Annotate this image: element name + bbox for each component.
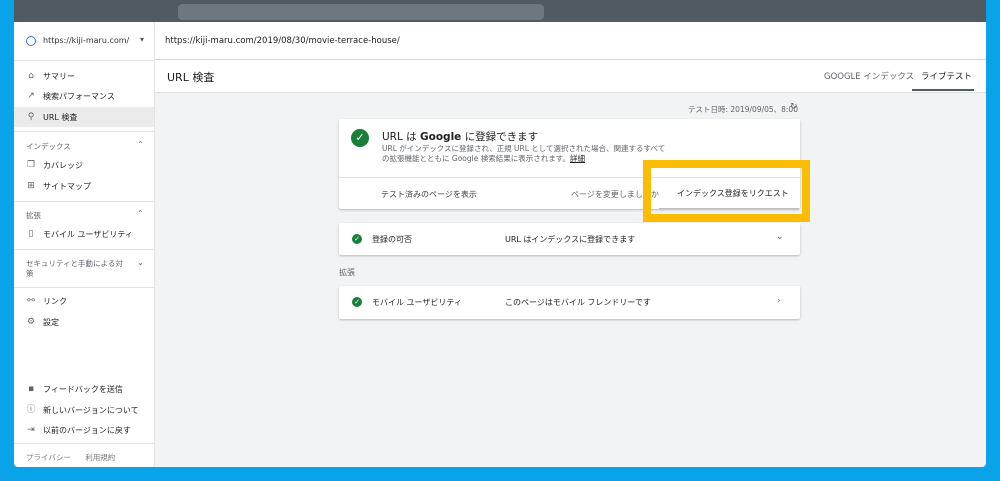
sidebar-item-label: カバレッジ: [43, 161, 83, 170]
section-title-index: インデックス: [26, 142, 71, 151]
top-bar: [14, 0, 986, 22]
test-date: テスト日時: 2019/09/05、8:00: [688, 105, 798, 114]
trending-up-icon: ↗: [27, 91, 35, 101]
sidebar-item-label: モバイル ユーザビリティ: [43, 230, 133, 239]
page-header: URL 検査 GOOGLE インデックス ライブテスト: [155, 60, 986, 93]
chevron-down-icon[interactable]: ⌄: [137, 258, 144, 267]
inspected-url-bar[interactable]: https://kiji-maru.com/2019/08/30/movie-t…: [155, 22, 986, 60]
divider: [14, 443, 154, 444]
terms-link[interactable]: 利用規約: [85, 453, 115, 462]
gear-icon: ⚙: [26, 317, 36, 327]
sidebar: https://kiji-maru.com/ ▾ ⌂ サマリー ↗ 検索パフォー…: [14, 22, 155, 467]
sidebar-item-label: サイトマップ: [43, 182, 91, 191]
search-icon: ⚲: [27, 112, 35, 122]
sitemap-icon: ⊞: [27, 181, 35, 191]
sidebar-item-label: 設定: [43, 318, 59, 327]
sidebar-item-label: フィードバックを送信: [43, 385, 123, 394]
main-content: URL 検査 GOOGLE インデックス ライブテスト テスト日時: 2019/…: [155, 60, 986, 467]
check-circle-icon: ✓: [352, 297, 362, 307]
highlight-box: [643, 160, 810, 222]
sidebar-item-label: 以前のバージョンに戻す: [43, 426, 131, 435]
inspected-url: https://kiji-maru.com/2019/08/30/movie-t…: [165, 36, 400, 46]
learn-more-link[interactable]: 詳細: [570, 154, 585, 163]
links-icon: ⚯: [27, 296, 35, 306]
mobile-usability-label: モバイル ユーザビリティ: [372, 298, 462, 307]
chevron-down-icon[interactable]: ⌄: [776, 232, 784, 242]
availability-row[interactable]: ✓ 登録の可否 URL はインデックスに登録できます ⌄: [339, 223, 800, 255]
sidebar-item-label: サマリー: [43, 72, 75, 81]
info-icon: ⓘ: [26, 405, 36, 415]
check-circle-icon: ✓: [351, 129, 369, 147]
mobile-usability-value: このページはモバイル フレンドリーです: [505, 298, 651, 307]
sidebar-item-summary[interactable]: ⌂ サマリー: [14, 66, 154, 86]
smartphone-icon: ▯: [28, 229, 34, 239]
mobile-usability-row[interactable]: ✓ モバイル ユーザビリティ このページはモバイル フレンドリーです ›: [339, 286, 800, 319]
chevron-up-icon[interactable]: ⌃: [137, 209, 144, 218]
document-icon: ❐: [26, 160, 36, 170]
tab-live-test[interactable]: ライブテスト: [921, 70, 972, 82]
feedback-icon: ▪: [27, 384, 35, 394]
view-tested-page-button[interactable]: テスト済みのページを表示: [381, 189, 477, 200]
section-title-security-line2: 策: [26, 269, 34, 278]
availability-label: 登録の可否: [372, 235, 412, 244]
tab-google-index[interactable]: GOOGLE インデックス: [824, 70, 914, 82]
sidebar-item-url-inspection[interactable]: ⚲ URL 検査: [14, 107, 154, 127]
refresh-icon[interactable]: ↻: [790, 102, 798, 112]
property-selector[interactable]: https://kiji-maru.com/ ▾: [14, 22, 154, 61]
tab-underline: [912, 89, 974, 91]
privacy-link[interactable]: プライバシー: [26, 453, 71, 462]
sidebar-item-mobile-usability[interactable]: ▯ モバイル ユーザビリティ: [14, 224, 154, 244]
divider: [14, 201, 154, 202]
section-title-security: セキュリティと手動による対: [26, 259, 123, 268]
chevron-down-icon: ▾: [140, 35, 145, 44]
exit-icon: ⇥: [27, 425, 35, 435]
sidebar-item-label: 検索パフォーマンス: [43, 92, 115, 101]
sidebar-item-old-version[interactable]: ⇥ 以前のバージョンに戻す: [14, 420, 154, 440]
property-icon: [26, 36, 36, 46]
sidebar-item-feedback[interactable]: ▪ フィードバックを送信: [14, 379, 154, 399]
sidebar-item-label: リンク: [43, 297, 67, 306]
sidebar-item-label: URL 検査: [43, 113, 78, 122]
divider: [14, 131, 154, 132]
chevron-up-icon[interactable]: ⌃: [137, 140, 144, 149]
page-title: URL 検査: [167, 71, 215, 84]
sidebar-item-settings[interactable]: ⚙ 設定: [14, 312, 154, 332]
divider: [14, 249, 154, 250]
home-icon: ⌂: [28, 71, 34, 81]
chevron-right-icon[interactable]: ›: [777, 296, 781, 306]
section-title-enhancements: 拡張: [26, 211, 41, 220]
sidebar-item-label: 新しいバージョンについて: [43, 406, 139, 415]
enhancements-heading: 拡張: [339, 268, 355, 277]
availability-value: URL はインデックスに登録できます: [505, 235, 636, 244]
sidebar-item-links[interactable]: ⚯ リンク: [14, 291, 154, 311]
app-window: https://kiji-maru.com/ ▾ ⌂ サマリー ↗ 検索パフォー…: [14, 0, 986, 467]
status-description: URL がインデックスに登録され、正規 URL として選択された場合、関連するす…: [382, 144, 666, 163]
status-title: URL は Google に登録できます: [382, 131, 539, 143]
sidebar-item-sitemaps[interactable]: ⊞ サイトマップ: [14, 176, 154, 196]
footer-links: プライバシー 利用規約: [26, 452, 127, 463]
divider: [14, 287, 154, 288]
sidebar-item-coverage[interactable]: ❐ カバレッジ: [14, 155, 154, 175]
sidebar-item-new-version[interactable]: ⓘ 新しいバージョンについて: [14, 400, 154, 420]
search-bar[interactable]: [178, 4, 544, 20]
check-circle-icon: ✓: [352, 234, 362, 244]
property-url: https://kiji-maru.com/: [43, 36, 130, 45]
sidebar-item-performance[interactable]: ↗ 検索パフォーマンス: [14, 86, 154, 106]
